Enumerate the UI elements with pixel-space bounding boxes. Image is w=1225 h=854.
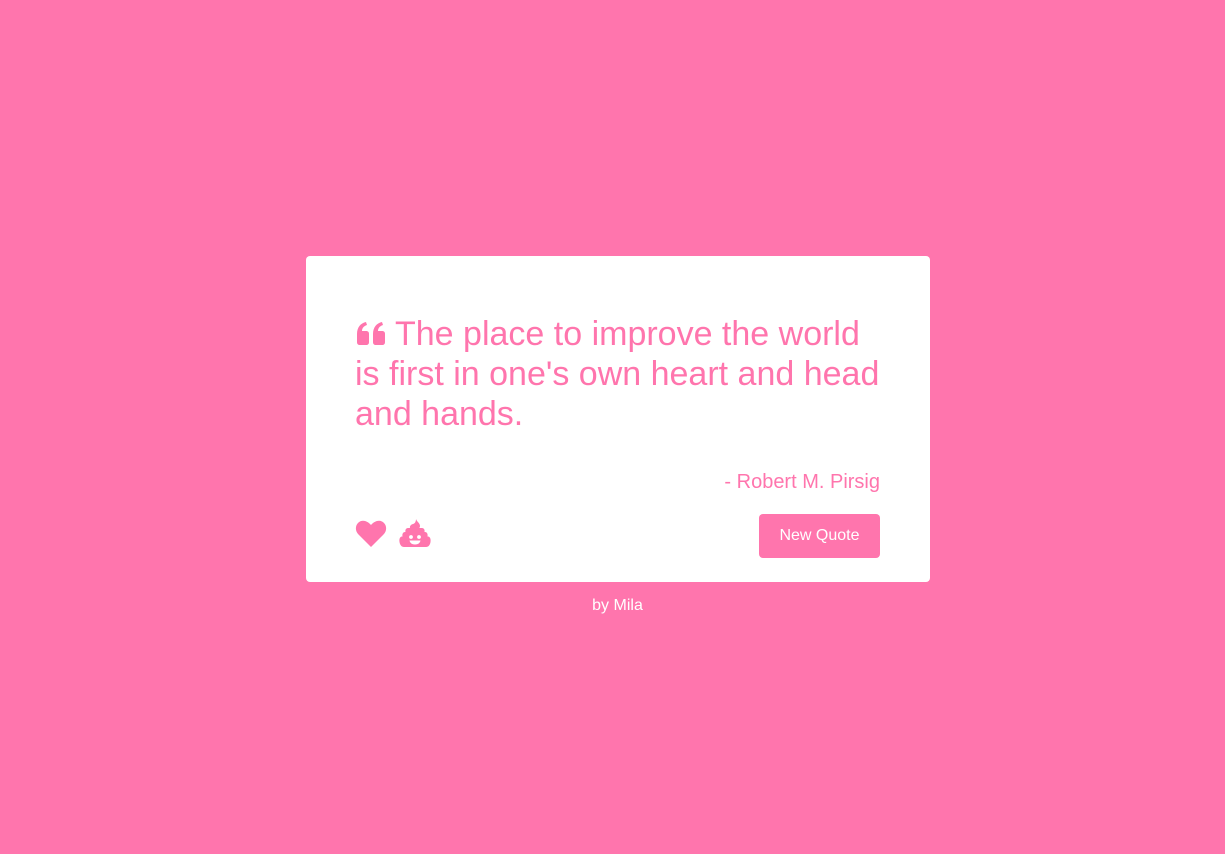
quote-left-icon — [355, 322, 387, 346]
author-credit: by Mila — [592, 597, 643, 614]
heart-icon[interactable] — [355, 520, 387, 548]
quote-author: - Robert M. Pirsig — [724, 471, 880, 493]
new-quote-button[interactable]: New Quote — [759, 514, 880, 558]
quote-block: The place to improve the world is first … — [355, 314, 885, 434]
poop-icon[interactable] — [399, 518, 431, 550]
rating-actions — [355, 518, 443, 550]
quote-card: The place to improve the world is first … — [306, 256, 930, 582]
quote-text: The place to improve the world is first … — [355, 315, 880, 433]
